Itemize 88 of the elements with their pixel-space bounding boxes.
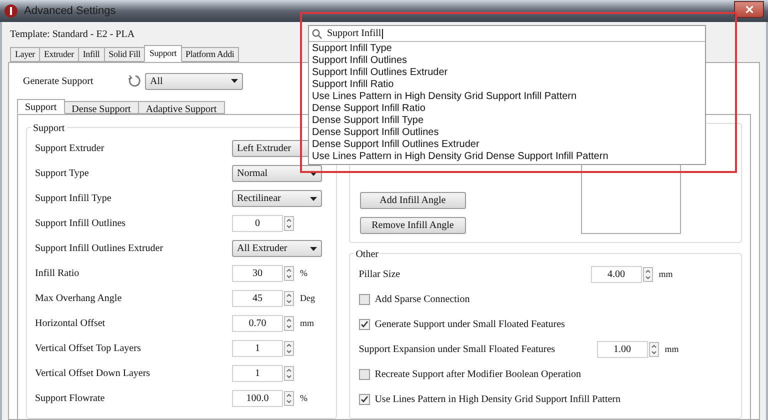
subtab[interactable]: Adaptive Support	[138, 101, 225, 114]
spin-arrows-icon[interactable]	[642, 267, 653, 282]
setting-label: Support Extruder	[35, 142, 106, 156]
search-result[interactable]: Support Infill Ratio	[309, 79, 705, 91]
spin-field[interactable]: 1	[232, 340, 283, 357]
spin-arrows-icon[interactable]	[648, 342, 659, 357]
close-icon	[746, 6, 752, 12]
caret-icon	[310, 246, 317, 250]
unit-label: mm	[658, 268, 673, 281]
tab[interactable]: Extruder	[38, 47, 79, 62]
unit-label: %	[300, 392, 308, 405]
spin-field[interactable]: 4.00	[590, 266, 642, 283]
checkbox-label: Add Sparse Connection	[374, 293, 470, 307]
checkbox-label: Recreate Support after Modifier Boolean Operation	[374, 368, 582, 382]
unit-label: %	[300, 266, 308, 280]
checkbox[interactable]	[358, 319, 370, 330]
spin-arrows-icon[interactable]	[284, 341, 294, 356]
setting-label: Support Infill Outlines Extruder	[35, 242, 164, 256]
dropdown[interactable]: Normal	[232, 165, 322, 182]
tab[interactable]: Platform Addi	[180, 47, 240, 62]
caret-icon	[231, 79, 238, 83]
tab[interactable]: Solid Fill	[104, 47, 146, 62]
setting-label: Max Overhang Angle	[35, 292, 123, 306]
search-result[interactable]: Support Infill Outlines	[309, 55, 705, 67]
dropdown[interactable]: All	[145, 72, 243, 90]
angle-button[interactable]: Remove Infill Angle	[360, 217, 466, 234]
setting-label: Support Flowrate	[35, 392, 106, 406]
search-result[interactable]: Dense Support Infill Outlines	[309, 127, 705, 139]
search-result[interactable]: Dense Support Infill Ratio	[309, 103, 705, 115]
reset-icon[interactable]	[127, 74, 141, 88]
spin-arrows-icon[interactable]	[284, 316, 294, 331]
checkbox[interactable]	[358, 369, 370, 380]
setting-label: Horizontal Offset	[35, 317, 106, 331]
setting-label: Support Expansion under Small Floated Features	[358, 343, 556, 357]
spin-field[interactable]: 100.0	[232, 390, 283, 407]
dropdown[interactable]: All Extruder	[232, 240, 322, 257]
unit-label: mm	[664, 342, 679, 356]
dropdown-value: All Extruder	[237, 242, 288, 256]
spin-field[interactable]: 30	[232, 265, 283, 282]
search-result[interactable]: Use Lines Pattern in High Density Grid Support Infill Pattern	[309, 91, 705, 103]
search-result[interactable]: Support Infill Outlines Extruder	[309, 67, 705, 79]
spin-arrows-icon[interactable]	[284, 216, 294, 231]
caret-icon	[310, 196, 317, 200]
search-field[interactable]: Support Infill	[309, 26, 705, 42]
checkbox-label: Generate Support under Small Floated Features	[374, 318, 565, 332]
dropdown-value: Rectilinear	[237, 192, 281, 206]
caret-icon	[310, 172, 317, 176]
setting-label: Support Infill Type	[35, 192, 112, 206]
tab[interactable]: Support	[144, 45, 182, 62]
search-value: Support Infill	[327, 27, 382, 41]
setting-label: Pillar Size	[358, 268, 402, 282]
spin-arrows-icon[interactable]	[284, 391, 294, 406]
unit-label: Deg	[300, 292, 315, 305]
search-icon	[312, 28, 322, 38]
dropdown-value: All	[150, 74, 163, 88]
spin-arrows-icon[interactable]	[284, 291, 294, 306]
group-title: Support	[31, 121, 67, 136]
generate-support-label: Generate Support	[23, 74, 94, 88]
setting-label: Vertical Offset Top Layers	[35, 342, 142, 356]
template-label: Template: Standard - E2 - PLA	[10, 28, 135, 42]
subtab[interactable]: Support	[17, 99, 65, 114]
spin-arrows-icon[interactable]	[284, 266, 294, 281]
spin-field[interactable]: 1.00	[596, 341, 648, 358]
spin-field[interactable]: 1	[232, 365, 283, 382]
app-logo-icon	[4, 4, 18, 18]
angle-button[interactable]: Add Infill Angle	[360, 192, 466, 209]
close-button[interactable]	[734, 0, 764, 18]
spin-arrows-icon[interactable]	[284, 366, 294, 381]
dropdown-value: Normal	[237, 167, 268, 181]
setting-label: Support Infill Outlines	[35, 217, 127, 231]
window-title: Advanced Settings	[24, 4, 116, 19]
search-result[interactable]: Support Infill Type	[309, 43, 705, 55]
checkbox[interactable]	[358, 394, 370, 405]
setting-label: Vertical Offset Down Layers	[35, 367, 152, 381]
checkbox[interactable]	[358, 294, 370, 305]
setting-label: Infill Ratio	[35, 267, 80, 281]
checkbox-label: Use Lines Pattern in High Density Grid Support Infill Pattern	[374, 393, 621, 407]
spin-field[interactable]: 0	[232, 215, 283, 232]
search-result[interactable]: Dense Support Infill Type	[309, 115, 705, 127]
tab[interactable]: Layer	[10, 47, 40, 62]
spin-field[interactable]: 45	[232, 290, 283, 307]
subtab[interactable]: Dense Support	[64, 101, 139, 114]
setting-label: Support Type	[35, 167, 90, 181]
dropdown[interactable]: Rectilinear	[232, 190, 322, 207]
dropdown-value: Left Extruder	[237, 142, 292, 156]
tab[interactable]: Infill	[78, 47, 105, 62]
unit-label: mm	[300, 316, 314, 330]
spin-field[interactable]: 0.70	[232, 315, 283, 332]
